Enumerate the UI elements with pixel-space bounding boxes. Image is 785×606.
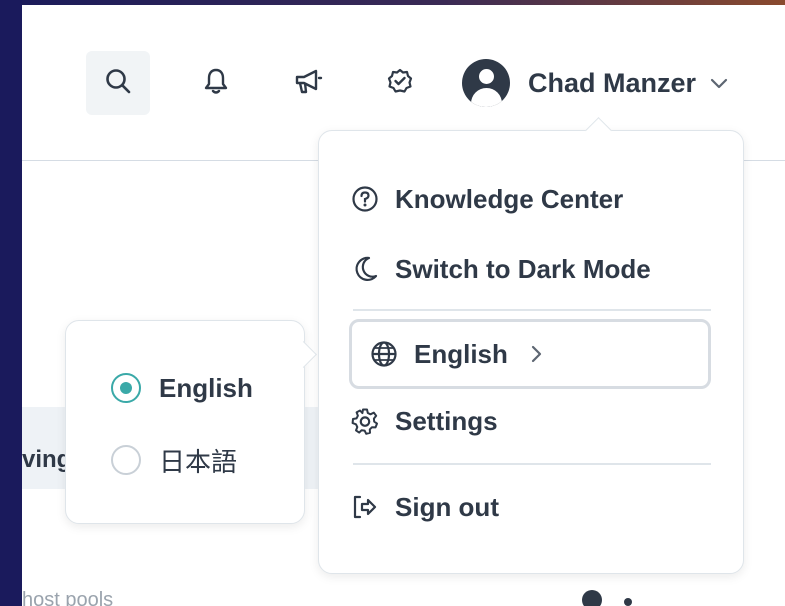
menu-item-language[interactable]: English [349, 319, 711, 389]
menu-item-sign-out[interactable]: Sign out [349, 482, 499, 532]
user-name: Chad Manzer [528, 67, 697, 98]
language-option-japanese[interactable]: 日本語 [111, 440, 237, 480]
sign-out-icon [349, 491, 381, 523]
content-bottom-icons [582, 590, 632, 606]
desktop-background-left [0, 0, 22, 606]
menu-item-dark-mode[interactable]: Switch to Dark Mode [349, 244, 651, 294]
check-badge-icon [386, 67, 414, 100]
radio-button[interactable] [111, 445, 141, 475]
menu-item-label: Settings [395, 405, 498, 436]
search-button[interactable] [86, 51, 150, 115]
language-option-english[interactable]: English [111, 368, 253, 408]
user-menu-toggle[interactable]: Chad Manzer [462, 59, 728, 107]
status-button[interactable] [368, 51, 432, 115]
language-popover: English 日本語 [65, 320, 317, 524]
radio-button-selected[interactable] [111, 373, 141, 403]
dot-icon [624, 598, 632, 606]
menu-divider [353, 309, 711, 311]
language-option-label: English [159, 372, 253, 403]
chevron-right-icon [530, 345, 542, 363]
app-window: Chad Manzer ving host pools Knowledge Ce… [22, 5, 785, 606]
announcements-button[interactable] [276, 51, 340, 115]
globe-icon [368, 338, 400, 370]
language-option-label: 日本語 [159, 446, 238, 477]
menu-item-label: Switch to Dark Mode [395, 253, 651, 284]
help-circle-icon [349, 183, 381, 215]
chevron-down-icon [710, 77, 728, 89]
moon-icon [349, 253, 381, 285]
user-avatar-icon [462, 59, 510, 107]
user-dropdown-menu: Knowledge Center Switch to Dark Mode Eng… [318, 117, 744, 574]
popover-pointer [290, 341, 317, 368]
menu-item-settings[interactable]: Settings [349, 396, 498, 446]
megaphone-icon [293, 67, 323, 100]
menu-divider [353, 463, 711, 465]
menu-item-label: English [414, 338, 508, 369]
menu-item-knowledge-center[interactable]: Knowledge Center [349, 174, 623, 224]
gear-icon [349, 405, 381, 437]
search-icon [104, 67, 132, 100]
menu-item-label: Knowledge Center [395, 183, 624, 214]
content-band-text: ving [22, 446, 72, 473]
bell-icon [203, 67, 229, 100]
menu-item-label: Sign out [395, 491, 499, 522]
users-icon [582, 590, 602, 606]
content-bottom-text: host pools [22, 589, 114, 606]
notifications-button[interactable] [184, 51, 248, 115]
